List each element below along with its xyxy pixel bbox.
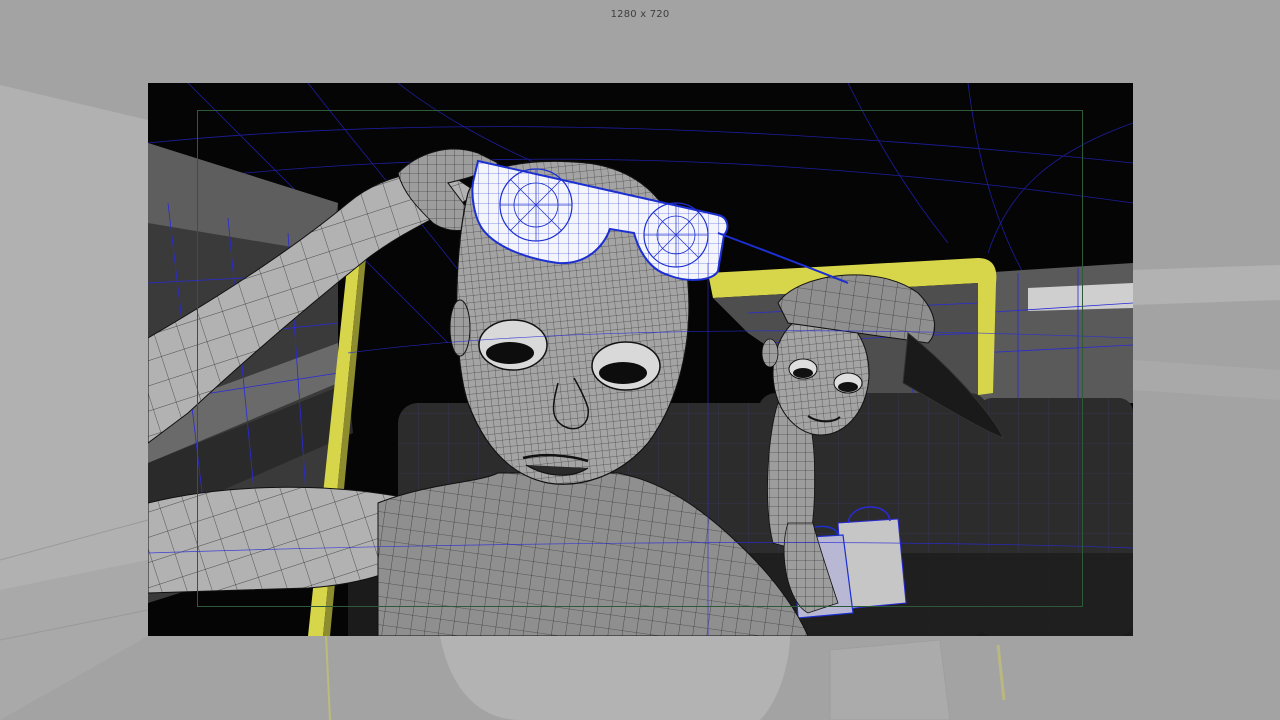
wireframe-scene-icon [148,83,1133,636]
maya-viewport[interactable]: 1280 x 720 [0,0,1280,720]
resolution-gate-frame[interactable] [148,83,1133,636]
